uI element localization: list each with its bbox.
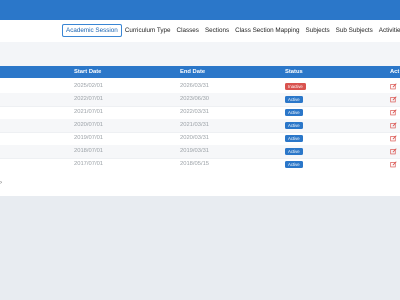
header-start-date: Start Date [74,69,102,75]
start-date-cell: 2019/07/01 [74,135,104,141]
status-badge: Inactive [285,83,306,90]
end-date-cell: 2022/03/31 [180,109,210,115]
status-badge: Active [285,122,303,129]
start-date-cell: 2021/07/01 [74,109,104,115]
navigation-bar: Academic Session Curriculum Type Classes… [0,20,400,42]
toolbar-area [0,42,400,66]
table-row: 2018/07/01 2019/03/31 Active [0,145,400,159]
end-date-cell: 2020/03/31 [180,135,210,141]
edit-icon[interactable] [390,148,397,155]
status-badge: Active [285,109,303,116]
tab-classes[interactable]: Classes [174,25,202,37]
tab-activities[interactable]: Activities [376,25,400,37]
status-badge: Active [285,148,303,155]
pagination-arrow[interactable]: › [0,180,2,186]
edit-icon[interactable] [390,135,397,142]
end-date-cell: 2021/03/31 [180,122,210,128]
end-date-cell: 2019/03/31 [180,148,210,154]
status-badge: Active [285,135,303,142]
nav-tabs: Academic Session Curriculum Type Classes… [62,24,400,37]
tab-sub-subjects[interactable]: Sub Subjects [333,25,376,37]
header-end-date: End Date [180,69,206,75]
start-date-cell: 2017/07/01 [74,161,104,167]
table-row: 2017/07/01 2018/05/15 Active [0,158,400,171]
end-date-cell: 2018/05/15 [180,161,210,167]
tab-academic-session[interactable]: Academic Session [62,24,122,37]
status-badge: Active [285,96,303,103]
start-date-cell: 2025/02/01 [74,83,104,89]
tab-class-section-mapping[interactable]: Class Section Mapping [232,25,302,37]
edit-icon[interactable] [390,161,397,168]
edit-icon[interactable] [390,83,397,90]
edit-icon[interactable] [390,122,397,129]
table-row: 2022/07/01 2023/06/30 Active [0,93,400,107]
table-row: 2021/07/01 2022/03/31 Active [0,106,400,120]
edit-icon[interactable] [390,109,397,116]
end-date-cell: 2026/03/31 [180,83,210,89]
tab-subjects[interactable]: Subjects [303,25,333,37]
sessions-table: Start Date End Date Status Act 2025/02/0… [0,66,400,196]
status-badge: Active [285,161,303,168]
start-date-cell: 2020/07/01 [74,122,104,128]
table-row: 2020/07/01 2021/03/31 Active [0,119,400,133]
end-date-cell: 2023/06/30 [180,96,210,102]
table-header: Start Date End Date Status Act [0,66,400,78]
tab-sections[interactable]: Sections [202,25,232,37]
edit-icon[interactable] [390,96,397,103]
start-date-cell: 2022/07/01 [74,96,104,102]
table-row: 2025/02/01 2026/03/31 Inactive [0,80,400,94]
header-action: Act [390,69,400,75]
start-date-cell: 2018/07/01 [74,148,104,154]
table-row: 2019/07/01 2020/03/31 Active [0,132,400,146]
top-header-bar [0,0,400,20]
header-status: Status [285,69,303,75]
tab-curriculum-type[interactable]: Curriculum Type [122,25,174,37]
